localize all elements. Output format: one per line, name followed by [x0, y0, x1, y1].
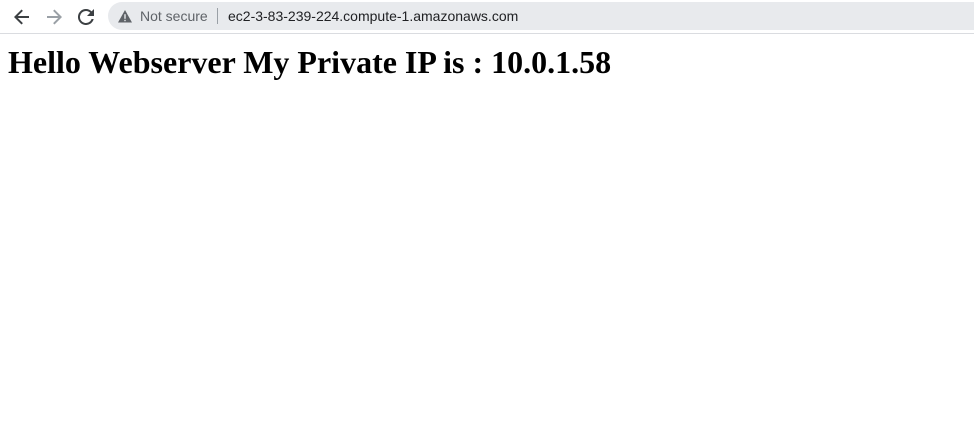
forward-button[interactable]	[41, 4, 67, 30]
warning-triangle-icon	[118, 9, 132, 22]
reload-button[interactable]	[73, 4, 99, 30]
browser-toolbar: Not secure ec2-3-83-239-224.compute-1.am…	[0, 0, 974, 34]
arrow-left-icon	[14, 9, 29, 25]
arrow-right-icon	[47, 9, 62, 25]
omnibox-divider	[216, 8, 218, 24]
page-heading: Hello Webserver My Private IP is : 10.0.…	[8, 44, 612, 80]
page-content: Hello Webserver My Private IP is : 10.0.…	[0, 35, 974, 434]
reload-icon	[78, 9, 94, 25]
security-label: Not secure	[140, 8, 208, 24]
address-bar[interactable]: Not secure ec2-3-83-239-224.compute-1.am…	[108, 2, 974, 30]
back-button[interactable]	[9, 4, 35, 30]
security-chip[interactable]: Not secure	[118, 2, 218, 30]
url-text[interactable]: ec2-3-83-239-224.compute-1.amazonaws.com	[228, 2, 518, 30]
